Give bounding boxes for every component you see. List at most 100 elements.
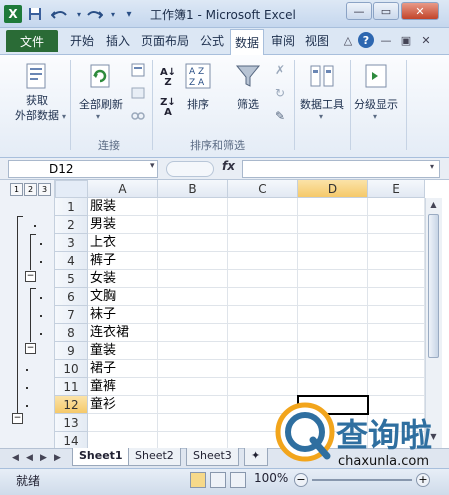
formula-input[interactable] <box>242 160 440 178</box>
row-header[interactable]: 4 <box>55 252 88 270</box>
new-sheet-icon[interactable]: ✦ <box>244 448 268 466</box>
sheet-tab-sheet3[interactable]: Sheet3 <box>186 448 239 466</box>
last-sheet-icon[interactable]: ▶ <box>52 451 63 464</box>
sort-icon[interactable]: A ZZ A <box>184 62 212 90</box>
row-header[interactable]: 5 <box>55 270 88 288</box>
outline-button[interactable]: 分级显示 <box>350 96 402 112</box>
grid-cell[interactable] <box>228 378 298 396</box>
window-close-icon[interactable]: ✕ <box>418 32 434 48</box>
grid-cell[interactable] <box>368 306 425 324</box>
grid-cell[interactable] <box>158 288 228 306</box>
data-tools-dropdown-icon[interactable]: ▾ <box>319 112 323 121</box>
row-header[interactable]: 6 <box>55 288 88 306</box>
edit-links-icon[interactable] <box>130 108 146 124</box>
tab-view[interactable]: 视图 <box>305 32 329 52</box>
page-break-view-icon[interactable] <box>230 472 246 488</box>
row-header[interactable]: 12 <box>55 396 88 414</box>
column-header-a[interactable]: A <box>88 180 158 198</box>
grid-cell[interactable] <box>228 234 298 252</box>
row-header[interactable]: 7 <box>55 306 88 324</box>
window-restore-icon[interactable]: ▣ <box>398 32 414 48</box>
grid-cell[interactable] <box>158 234 228 252</box>
refresh-dropdown-icon[interactable]: ▾ <box>96 112 100 121</box>
refresh-all-icon[interactable] <box>86 62 114 90</box>
collapse-group-button[interactable]: − <box>25 271 36 282</box>
grid-cell[interactable] <box>368 216 425 234</box>
row-header[interactable]: 11 <box>55 378 88 396</box>
grid-cell[interactable] <box>228 324 298 342</box>
grid-cell[interactable] <box>298 234 368 252</box>
refresh-all-button[interactable]: 全部刷新 <box>74 96 128 112</box>
tab-data[interactable]: 数据 <box>230 29 264 55</box>
sort-descending-icon[interactable]: Z↓ A <box>158 96 178 120</box>
grid-cell[interactable] <box>298 288 368 306</box>
tab-review[interactable]: 审阅 <box>271 32 295 52</box>
undo-icon[interactable] <box>50 5 68 23</box>
grid-cell[interactable] <box>228 198 298 216</box>
row-header[interactable]: 3 <box>55 234 88 252</box>
excel-app-icon[interactable]: X <box>4 5 22 23</box>
maximize-button[interactable]: ▭ <box>373 2 399 20</box>
row-header[interactable]: 13 <box>55 414 88 432</box>
zoom-level[interactable]: 100% <box>254 471 288 485</box>
grid-cell[interactable] <box>298 342 368 360</box>
collapse-group-button[interactable]: − <box>12 413 23 424</box>
grid-cell[interactable] <box>158 252 228 270</box>
tab-insert[interactable]: 插入 <box>106 32 130 52</box>
grid-cell[interactable] <box>298 216 368 234</box>
scroll-up-icon[interactable]: ▲ <box>428 200 439 212</box>
grid-cell[interactable] <box>368 198 425 216</box>
minimize-button[interactable]: — <box>346 2 372 20</box>
grid-cell[interactable] <box>368 360 425 378</box>
external-data-icon[interactable] <box>22 62 50 90</box>
column-header-d[interactable]: D <box>298 180 368 198</box>
name-box[interactable]: D12 <box>8 160 158 178</box>
customize-qat-icon[interactable]: ▾ <box>120 5 138 23</box>
insert-function-icon[interactable]: fx <box>222 159 242 179</box>
tab-page-layout[interactable]: 页面布局 <box>141 32 189 52</box>
grid-cell[interactable] <box>368 288 425 306</box>
grid-cell[interactable] <box>88 414 158 432</box>
data-tools-icon[interactable] <box>308 62 336 90</box>
page-layout-view-icon[interactable] <box>210 472 226 488</box>
zoom-slider[interactable] <box>312 479 412 481</box>
sheet-tab-sheet1[interactable]: Sheet1 <box>72 448 130 466</box>
name-box-dropdown-icon[interactable]: ▾ <box>150 161 155 171</box>
grid-cell[interactable] <box>158 360 228 378</box>
grid-cell[interactable] <box>228 360 298 378</box>
prev-sheet-icon[interactable]: ◀ <box>24 451 35 464</box>
data-tools-button[interactable]: 数据工具 <box>296 96 348 112</box>
column-header-e[interactable]: E <box>368 180 425 198</box>
outline-level-2-button[interactable]: 2 <box>24 183 37 196</box>
collapse-group-button[interactable]: − <box>25 343 36 354</box>
grid-cell[interactable] <box>298 378 368 396</box>
grid-cell[interactable] <box>158 306 228 324</box>
grid-cell[interactable] <box>368 252 425 270</box>
outline-dropdown-icon[interactable]: ▾ <box>373 112 377 121</box>
grid-cell[interactable] <box>298 252 368 270</box>
tab-formulas[interactable]: 公式 <box>200 32 224 52</box>
grid-cell[interactable] <box>368 378 425 396</box>
outline-level-3-button[interactable]: 3 <box>38 183 51 196</box>
filter-button[interactable]: 筛选 <box>232 96 264 112</box>
grid-cell[interactable] <box>368 234 425 252</box>
grid-cell[interactable] <box>158 198 228 216</box>
grid-cell[interactable] <box>368 342 425 360</box>
minimize-ribbon-icon[interactable]: △ <box>340 32 356 48</box>
grid-cell[interactable] <box>298 324 368 342</box>
normal-view-icon[interactable] <box>190 472 206 488</box>
expand-formula-icon[interactable]: ▾ <box>430 162 434 171</box>
row-header[interactable]: 2 <box>55 216 88 234</box>
sheet-tab-sheet2[interactable]: Sheet2 <box>128 448 181 466</box>
row-header[interactable]: 8 <box>55 324 88 342</box>
grid-cell[interactable] <box>228 342 298 360</box>
outline-level-1-button[interactable]: 1 <box>10 183 23 196</box>
grid-cell[interactable] <box>228 306 298 324</box>
row-header[interactable]: 9 <box>55 342 88 360</box>
advanced-filter-icon[interactable]: ✎ <box>272 108 288 124</box>
column-header-b[interactable]: B <box>158 180 228 198</box>
tab-home[interactable]: 开始 <box>70 32 94 52</box>
grid-cell[interactable] <box>158 342 228 360</box>
row-header[interactable]: 10 <box>55 360 88 378</box>
column-header-c[interactable]: C <box>228 180 298 198</box>
